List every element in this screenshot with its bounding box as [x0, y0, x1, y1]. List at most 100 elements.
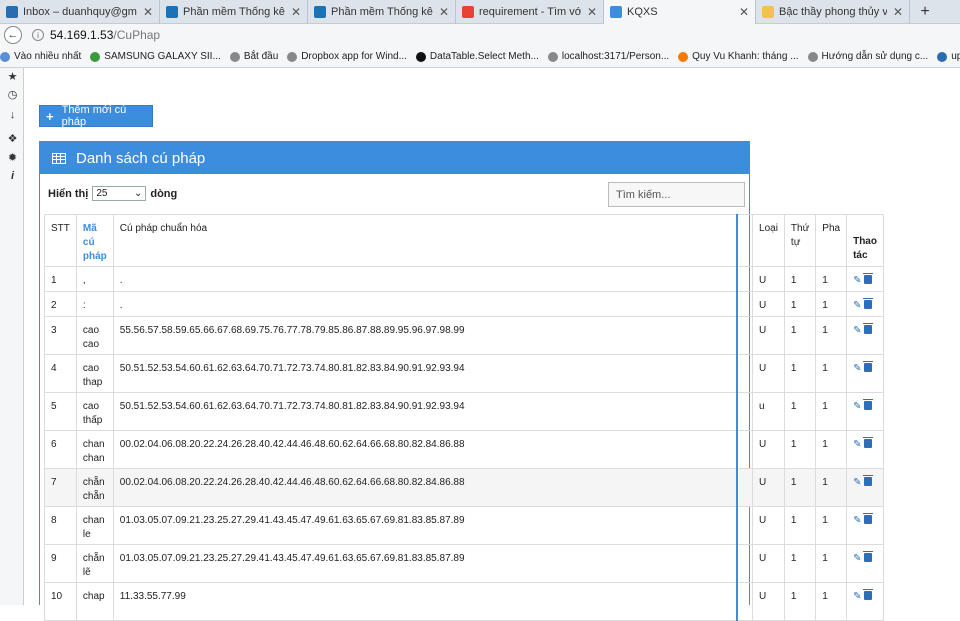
header-loai[interactable]: Loại [752, 214, 785, 267]
info-i-icon[interactable]: i [7, 171, 18, 182]
delete-trash-icon[interactable] [863, 513, 874, 524]
delete-trash-icon[interactable] [863, 323, 874, 334]
close-tab-icon[interactable]: ✕ [143, 5, 153, 19]
cell-spacer [736, 392, 754, 431]
browser-nav-bar: ← i 54.169.1.53/CuPhap [0, 24, 960, 46]
cell-pha: 1 [815, 544, 848, 583]
cell-ma-cu-phap: chan chan [75, 430, 114, 469]
add-syntax-button[interactable]: + Thêm mới cú pháp [39, 104, 153, 128]
download-icon[interactable]: ↓ [7, 110, 18, 121]
bookmark-icon [678, 51, 689, 62]
bookmark-item[interactable]: Dropbox app for Wind... [287, 51, 407, 62]
table-row[interactable]: 10 chap 11.33.55.77.99 U 1 1 ✎ [44, 582, 884, 621]
history-clock-icon[interactable]: ◷ [7, 90, 18, 101]
table-row[interactable]: 6 chan chan 00.02.04.06.08.20.22.24.26.28.… [44, 430, 884, 469]
bookmark-item[interactable]: DataTable.Select Meth... [415, 51, 539, 62]
close-tab-icon[interactable]: ✕ [587, 5, 597, 19]
cell-cu-phap: 00.02.04.06.08.20.22.24.26.28.40.42.44.4… [112, 468, 738, 507]
delete-trash-icon[interactable] [863, 361, 874, 372]
table-header-row: STT Mã cú pháp Cú pháp chuẩn hóa Loại Th… [44, 214, 884, 267]
table-row[interactable]: 1,. U 1 1 ✎ [44, 266, 884, 292]
table-row[interactable]: 5 cao thấp 50.51.52.53.54.60.61.62.63.64.7… [44, 392, 884, 431]
cell-ma-cu-phap: chẵn chẵn [75, 468, 114, 507]
bookmark-label: Bắt đầu [243, 51, 279, 62]
edit-pencil-icon[interactable]: ✎ [853, 274, 861, 288]
cell-thu-tu: 1 [783, 354, 817, 393]
cell-actions: ✎ [846, 291, 884, 317]
bookmark-item[interactable]: Hướng dẫn sử dụng c... [807, 51, 928, 62]
cell-loai: U [752, 544, 785, 583]
header-thu-tu[interactable]: Thứ tự [783, 214, 817, 267]
table-row[interactable]: 7 chẵn chẵn 00.02.04.06.08.20.22.24.26.28.… [44, 468, 884, 507]
info-icon[interactable]: i [32, 29, 44, 41]
browser-tab[interactable]: KQXS ✕ [604, 0, 756, 24]
table-row[interactable]: 8 chan le 01.03.05.07.09.21.23.25.27.29.41… [44, 506, 884, 545]
gear-icon[interactable]: ✹ [7, 153, 18, 164]
close-tab-icon[interactable]: ✕ [439, 5, 449, 19]
bookmark-item[interactable]: uploaded.net [937, 51, 960, 62]
bookmark-item[interactable]: Quy Vu Khanh: tháng ... [678, 51, 799, 62]
puzzle-icon[interactable]: ❖ [7, 134, 18, 145]
new-tab-button[interactable]: + [910, 0, 940, 24]
close-tab-icon[interactable]: ✕ [893, 5, 903, 19]
bookmark-star-icon[interactable]: ★ [7, 72, 18, 83]
cell-loai: U [752, 582, 785, 621]
header-pha[interactable]: Pha [815, 214, 848, 267]
cell-pha: 1 [815, 430, 848, 469]
edit-pencil-icon[interactable]: ✎ [853, 400, 861, 414]
cell-pha: 1 [815, 354, 848, 393]
address-bar[interactable]: 54.169.1.53/CuPhap [50, 28, 160, 42]
edit-pencil-icon[interactable]: ✎ [853, 590, 861, 604]
edit-pencil-icon[interactable]: ✎ [853, 438, 861, 452]
delete-trash-icon[interactable] [863, 273, 874, 284]
bookmark-item[interactable]: SAMSUNG GALAXY SII... [90, 51, 221, 62]
browser-tab-bar: Inbox – duanhquy@gmail...✕Phần mềm Thống… [0, 0, 960, 24]
header-stt[interactable]: STT [44, 214, 77, 267]
table-row[interactable]: 4 cao thap 50.51.52.53.54.60.61.62.63.64.7… [44, 354, 884, 393]
tab-favicon-icon [166, 6, 178, 18]
cell-actions: ✎ [846, 392, 884, 431]
delete-trash-icon[interactable] [863, 551, 874, 562]
header-cu-phap-chuan-hoa[interactable]: Cú pháp chuẩn hóa [112, 214, 738, 267]
browser-tab[interactable]: Bậc thầy phong thủy với c... ✕ [756, 0, 910, 24]
delete-trash-icon[interactable] [863, 399, 874, 410]
header-spacer [736, 214, 754, 267]
edit-pencil-icon[interactable]: ✎ [853, 362, 861, 376]
edit-pencil-icon[interactable]: ✎ [853, 299, 861, 313]
edit-pencil-icon[interactable]: ✎ [853, 324, 861, 338]
delete-trash-icon[interactable] [863, 437, 874, 448]
header-ma-cu-phap[interactable]: Mã cú pháp [75, 214, 114, 267]
cell-actions: ✎ [846, 544, 884, 583]
cell-ma-cu-phap: , [75, 266, 114, 292]
browser-tab[interactable]: Phần mềm Thống kê KQX... ✕ [160, 0, 308, 24]
delete-trash-icon[interactable] [863, 475, 874, 486]
browser-tab[interactable]: Phần mềm Thống kê KQX... ✕ [308, 0, 456, 24]
bookmark-label: SAMSUNG GALAXY SII... [104, 51, 221, 62]
search-input[interactable]: Tìm kiếm... [608, 182, 745, 207]
edit-pencil-icon[interactable]: ✎ [853, 476, 861, 490]
bookmark-item[interactable]: localhost:3171/Person... [547, 51, 669, 62]
cell-thu-tu: 1 [783, 582, 817, 621]
browser-tab[interactable]: Inbox – duanhquy@gmail... ✕ [0, 0, 160, 24]
bookmark-item[interactable]: Vào nhiều nhất [0, 51, 81, 62]
cell-cu-phap: 55.56.57.58.59.65.66.67.68.69.75.76.77.7… [112, 316, 738, 355]
cell-thu-tu: 1 [783, 392, 817, 431]
back-arrow-icon[interactable]: ← [4, 26, 22, 44]
cell-spacer [736, 468, 754, 507]
edit-pencil-icon[interactable]: ✎ [853, 514, 861, 528]
table-row[interactable]: 2:. U 1 1 ✎ [44, 291, 884, 317]
edit-pencil-icon[interactable]: ✎ [853, 552, 861, 566]
cell-cu-phap: . [112, 266, 738, 292]
page-size-select[interactable]: 25 ⌄ [92, 186, 147, 201]
delete-trash-icon[interactable] [863, 589, 874, 600]
syntax-table: STT Mã cú pháp Cú pháp chuẩn hóa Loại Th… [44, 214, 884, 621]
close-tab-icon[interactable]: ✕ [739, 5, 749, 19]
browser-tab[interactable]: requirement - Tìm với Go... ✕ [456, 0, 604, 24]
cell-ma-cu-phap: cao cao [75, 316, 114, 355]
table-row[interactable]: 3 cao cao 55.56.57.58.59.65.66.67.68.69.75… [44, 316, 884, 355]
rows-label: dòng [150, 187, 178, 200]
close-tab-icon[interactable]: ✕ [291, 5, 301, 19]
delete-trash-icon[interactable] [863, 298, 874, 309]
bookmark-item[interactable]: Bắt đầu [229, 51, 279, 62]
table-row[interactable]: 9 chẵn lẽ 01.03.05.07.09.21.23.25.27.29.41… [44, 544, 884, 583]
